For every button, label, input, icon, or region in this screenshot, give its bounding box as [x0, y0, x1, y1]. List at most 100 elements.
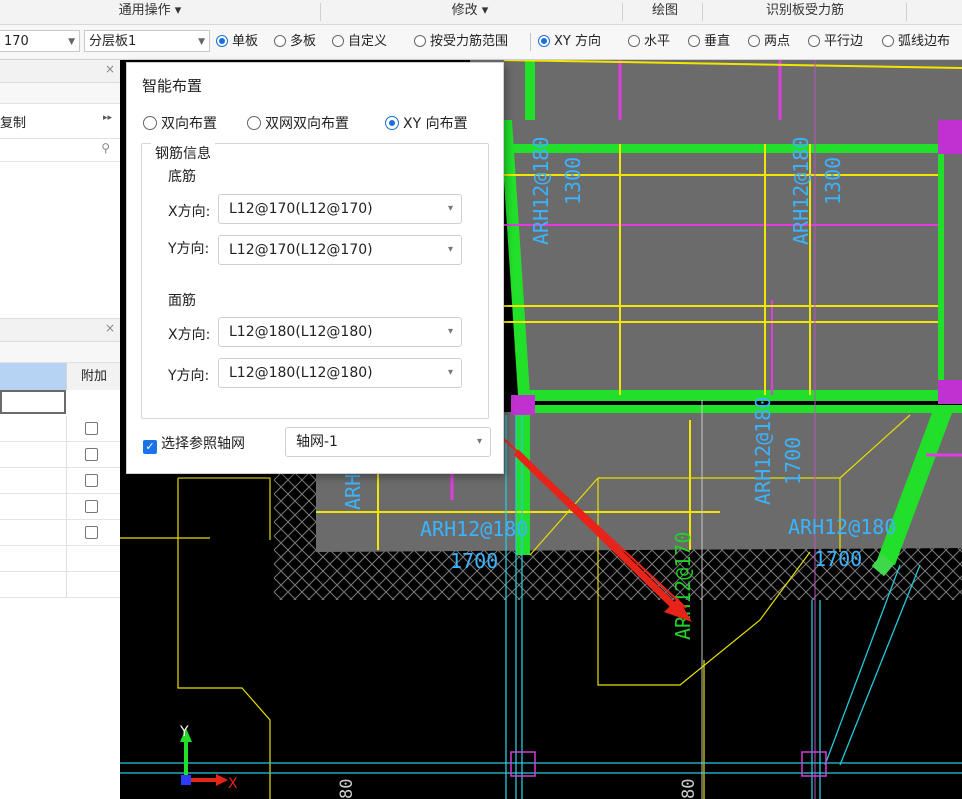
- radio-dot-icon: [143, 116, 157, 130]
- column-divider: [66, 494, 67, 520]
- annotation-text: 1700: [814, 547, 862, 571]
- toolbar-separator: [530, 33, 531, 51]
- axis-y-label: Y: [179, 724, 189, 740]
- radio-label: 按受力筋范围: [430, 34, 509, 49]
- radio-arc-edge[interactable]: 弧线边布: [882, 25, 950, 59]
- beam: [520, 390, 962, 401]
- bottom-y-label: Y方向:: [168, 241, 210, 257]
- property-header-name: [0, 363, 66, 390]
- radio-label: 双向布置: [161, 116, 217, 132]
- column-divider: [66, 442, 67, 468]
- radio-label: 自定义: [348, 34, 388, 49]
- copy-button[interactable]: 复制: [0, 112, 26, 131]
- property-row[interactable]: [0, 442, 120, 468]
- radio-label: XY 向布置: [403, 116, 468, 132]
- property-header-attach: 附加: [66, 363, 121, 390]
- radio-label: 垂直: [704, 34, 731, 49]
- ribbon-group-draw[interactable]: 绘图: [630, 0, 700, 24]
- close-icon[interactable]: ×: [105, 62, 115, 76]
- component-list[interactable]: [0, 162, 120, 319]
- grid-select[interactable]: 轴网-1 ▾: [285, 427, 491, 457]
- axis-x-label: X: [228, 776, 238, 792]
- ribbon-group-identify-rebar[interactable]: 识别板受力筋: [710, 0, 900, 24]
- expand-icon[interactable]: ▸▸: [103, 113, 112, 123]
- spacing-combo[interactable]: 170 ▼: [0, 30, 80, 52]
- checkmark-icon: ✓: [143, 440, 157, 454]
- radio-two-points[interactable]: 两点: [748, 25, 790, 59]
- annotation-text: ARH12@180: [529, 137, 553, 245]
- radio-xy-direction[interactable]: XY 方向: [538, 25, 601, 59]
- top-y-label: Y方向:: [168, 368, 210, 384]
- radio-label: 水平: [644, 34, 671, 49]
- panel-header: ×: [0, 60, 120, 83]
- search-icon: ⚲: [101, 141, 110, 155]
- top-x-select[interactable]: L12@180(L12@180) ▾: [218, 317, 462, 347]
- dialog-title: 智能布置: [142, 77, 203, 95]
- property-row[interactable]: [0, 494, 120, 520]
- layer-value: 分层板1: [89, 34, 137, 49]
- annotation-text: ARH12@180: [420, 517, 528, 541]
- radio-vertical[interactable]: 垂直: [688, 25, 730, 59]
- ribbon-group-common-ops[interactable]: 通用操作 ▾: [60, 0, 240, 24]
- property-row[interactable]: [0, 546, 120, 572]
- bottom-rebar-label: 底筋: [168, 169, 196, 185]
- ribbon-group-modify[interactable]: 修改 ▾: [380, 0, 560, 24]
- radio-dot-icon: [808, 35, 820, 47]
- beam: [504, 144, 944, 153]
- radio-parallel-edge[interactable]: 平行边: [808, 25, 863, 59]
- top-rebar-label: 面筋: [168, 293, 196, 309]
- ribbon-separator: [906, 3, 907, 21]
- property-row[interactable]: [0, 572, 120, 598]
- ribbon-separator: [320, 3, 321, 21]
- attach-checkbox[interactable]: [85, 500, 98, 513]
- annotation-text: ARH12@180: [789, 137, 813, 245]
- top-y-select[interactable]: L12@180(L12@180) ▾: [218, 358, 462, 388]
- column-divider: [66, 520, 67, 546]
- radio-xy-layout[interactable]: XY 向布置: [385, 113, 468, 133]
- bottom-y-select[interactable]: L12@170(L12@170) ▾: [218, 235, 462, 265]
- radio-multi-slab[interactable]: 多板: [274, 25, 316, 59]
- annotation-text: ARH12@180: [751, 397, 775, 505]
- panel-toolbar: 复制 ▸▸: [0, 104, 120, 139]
- beam: [525, 60, 535, 120]
- radio-label: 弧线边布: [898, 34, 951, 49]
- bottom-x-select[interactable]: L12@170(L12@170) ▾: [218, 194, 462, 224]
- left-panel: × 复制 ▸▸ ⚲ × 附加: [0, 60, 121, 799]
- property-row[interactable]: [0, 520, 120, 546]
- radio-by-rebar-range[interactable]: 按受力筋范围: [414, 25, 508, 59]
- radio-label: 多板: [290, 34, 317, 49]
- chevron-down-icon: ▾: [447, 367, 453, 378]
- property-cell-selected[interactable]: [0, 390, 66, 414]
- close-icon[interactable]: ×: [105, 321, 115, 335]
- property-row[interactable]: [0, 468, 120, 494]
- annotation-text: 1300: [821, 157, 845, 205]
- layer-combo[interactable]: 分层板1 ▼: [84, 30, 210, 52]
- radio-custom[interactable]: 自定义: [332, 25, 387, 59]
- search-input[interactable]: ⚲: [0, 139, 120, 162]
- beam: [520, 405, 962, 413]
- property-row[interactable]: [0, 416, 120, 442]
- attach-checkbox[interactable]: [85, 422, 98, 435]
- radio-label: 两点: [764, 34, 791, 49]
- annotation-text: 1300: [561, 157, 585, 205]
- annotation-text: ARH12@180: [788, 515, 896, 539]
- column-divider: [66, 468, 67, 494]
- panel-subheader: [0, 83, 120, 104]
- annotation-text: 1700: [781, 437, 805, 485]
- radio-double-mesh[interactable]: 双网双向布置: [247, 113, 349, 133]
- attach-checkbox[interactable]: [85, 448, 98, 461]
- radio-horizontal[interactable]: 水平: [628, 25, 670, 59]
- radio-bidirectional[interactable]: 双向布置: [143, 113, 217, 133]
- radio-dot-icon: [332, 35, 344, 47]
- ribbon-separator: [622, 3, 623, 21]
- column-divider: [66, 546, 67, 572]
- ref-grid-checkbox[interactable]: ✓ 选择参照轴网: [143, 433, 245, 454]
- radio-dot-icon: [538, 35, 550, 47]
- radio-dot-icon: [748, 35, 760, 47]
- radio-single-slab[interactable]: 单板: [216, 25, 258, 59]
- radio-dot-icon: [688, 35, 700, 47]
- smart-layout-dialog: 智能布置 双向布置 双网双向布置 XY 向布置 钢筋信息 底筋 X方向: L12…: [126, 62, 504, 474]
- attach-checkbox[interactable]: [85, 526, 98, 539]
- radio-dot-icon: [247, 116, 261, 130]
- attach-checkbox[interactable]: [85, 474, 98, 487]
